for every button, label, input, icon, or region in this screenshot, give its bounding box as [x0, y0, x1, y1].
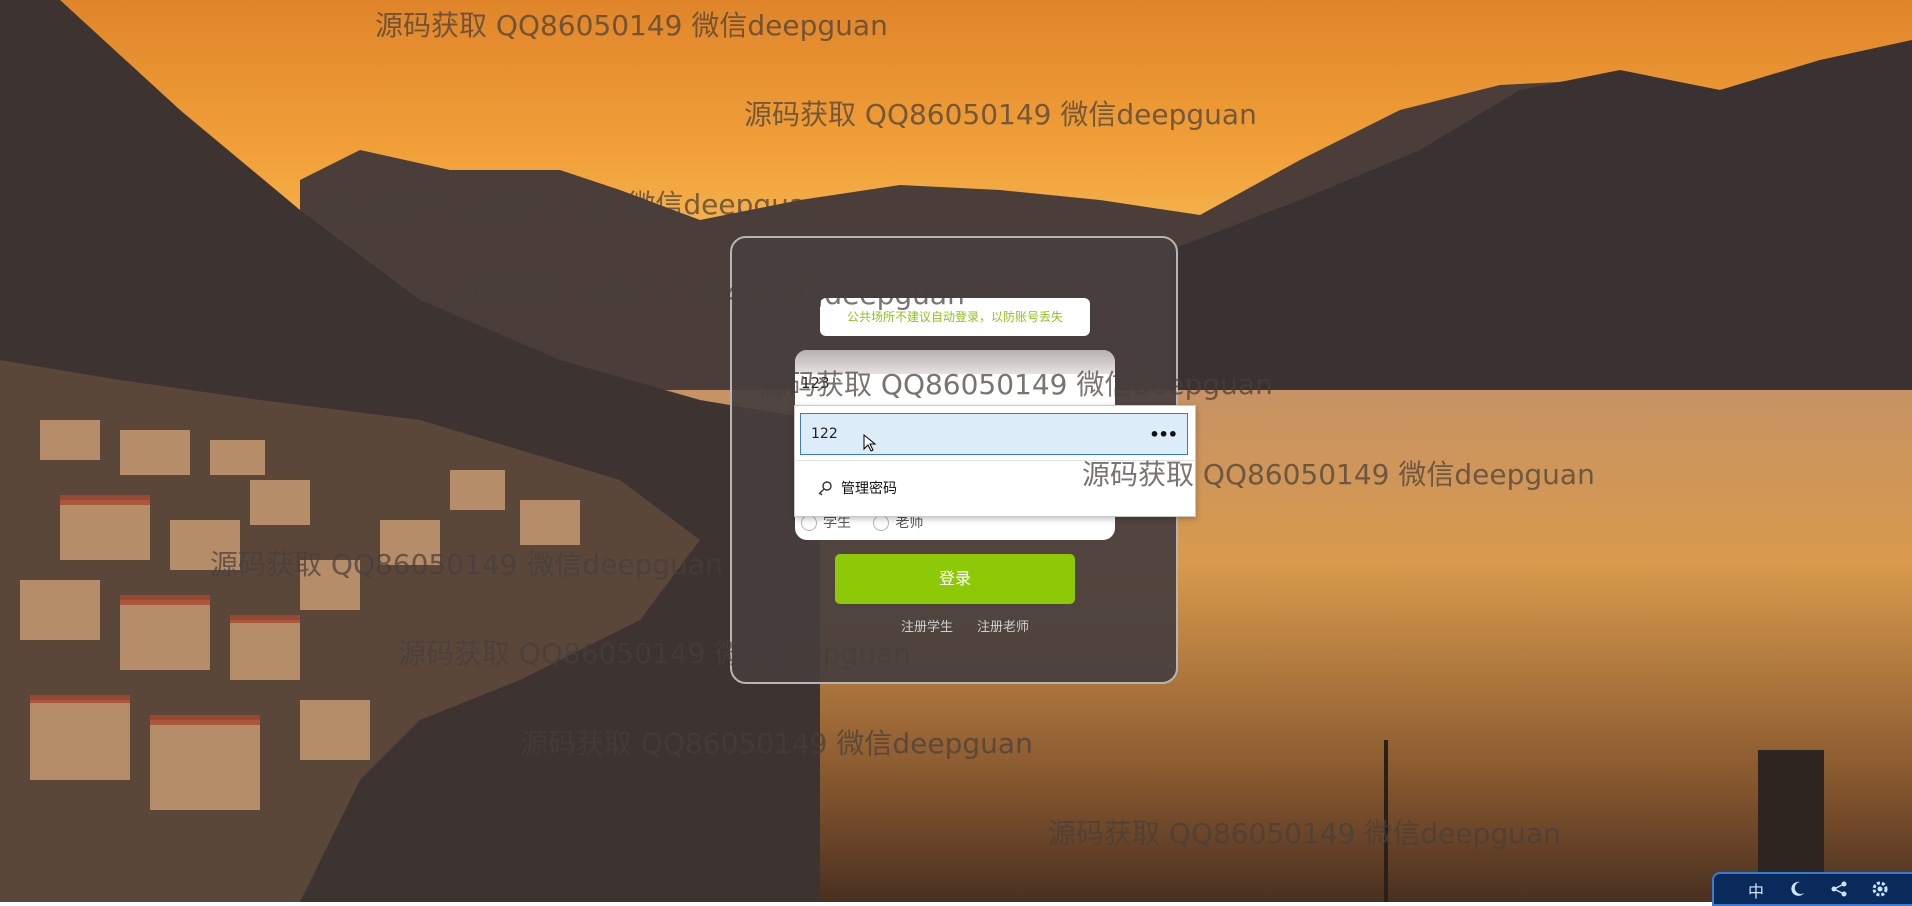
ime-toolbar: 中	[1712, 872, 1912, 906]
register-student-link[interactable]: 注册学生	[901, 616, 953, 635]
key-icon	[818, 481, 832, 496]
student-radio-label: 学生	[823, 515, 851, 531]
login-button[interactable]: 登录	[835, 554, 1075, 604]
saved-password-entry[interactable]: 122 •••	[800, 413, 1188, 455]
more-options-icon[interactable]: •••	[1149, 425, 1178, 444]
moon-icon[interactable]	[1790, 880, 1806, 898]
username-input[interactable]: 123	[801, 374, 830, 392]
auto-login-notice: 公共场所不建议自动登录，以防账号丢失	[820, 298, 1090, 336]
mouse-cursor-icon	[863, 434, 877, 452]
teacher-radio[interactable]	[873, 515, 890, 531]
gear-icon[interactable]	[1870, 879, 1890, 899]
manage-passwords-item[interactable]: 管理密码	[841, 478, 897, 498]
share-icon[interactable]	[1830, 880, 1848, 898]
popup-divider	[795, 460, 1195, 461]
ime-language-toggle[interactable]: 中	[1748, 878, 1764, 902]
register-teacher-link[interactable]: 注册老师	[977, 616, 1029, 635]
saved-password-popup: 122 ••• 管理密码	[794, 405, 1196, 517]
student-radio[interactable]	[801, 515, 817, 531]
form-header-bar	[795, 350, 1115, 374]
teacher-radio-label: 老师	[895, 515, 924, 531]
saved-password-username: 122	[811, 426, 838, 442]
